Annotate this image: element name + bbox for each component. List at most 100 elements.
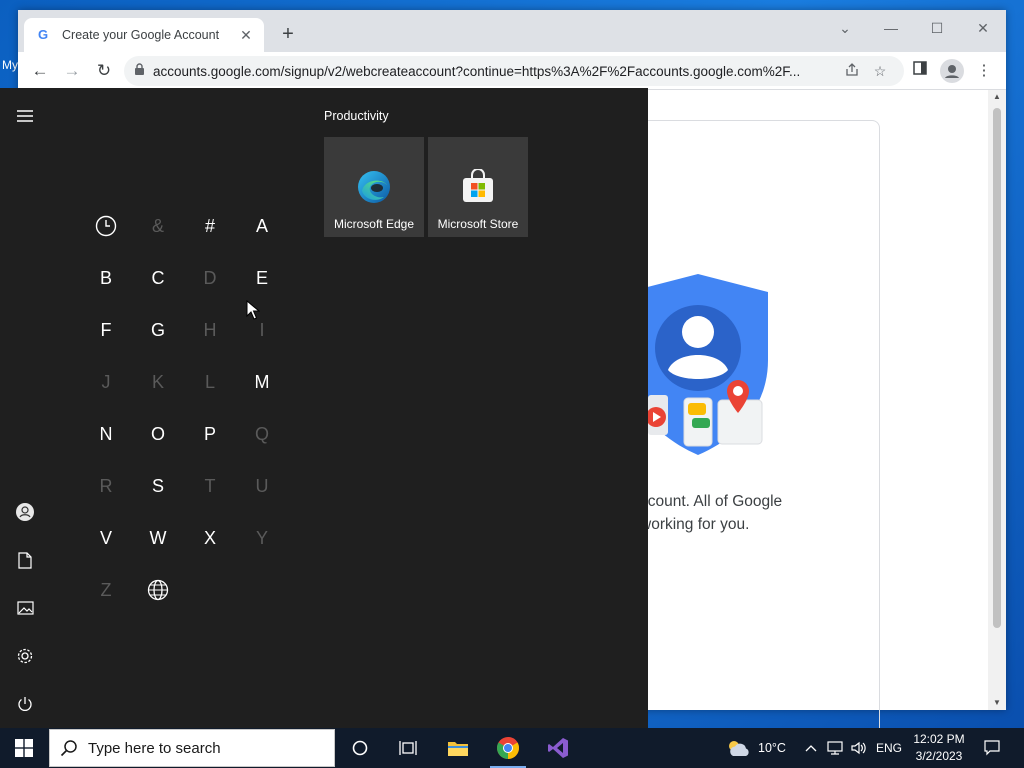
store-icon (463, 169, 493, 202)
close-window-button[interactable]: ✕ (960, 14, 1006, 42)
jump-letter-hash[interactable]: # (190, 206, 230, 246)
jump-letter-m[interactable]: M (242, 362, 282, 402)
start-rail (0, 88, 50, 728)
profile-avatar-icon[interactable] (940, 59, 964, 83)
scroll-up-icon[interactable]: ▲ (988, 90, 1006, 104)
jump-letter-ampersand: & (151, 216, 164, 236)
jump-letter-o[interactable]: O (138, 414, 178, 454)
input-language[interactable]: ENG (876, 741, 902, 755)
card-description: ccount. All of Google working for you. (640, 490, 840, 536)
jump-letter-u: U (255, 476, 269, 496)
search-icon (60, 740, 77, 757)
tile-label: Microsoft Store (437, 217, 519, 231)
jump-letter-y: Y (255, 528, 268, 548)
side-panel-icon[interactable] (908, 59, 932, 83)
weather-icon[interactable] (722, 728, 754, 768)
jump-letter-x[interactable]: X (190, 518, 230, 558)
jump-letter-b[interactable]: B (86, 258, 126, 298)
maximize-button[interactable]: ☐ (914, 14, 960, 42)
share-icon[interactable] (838, 62, 866, 80)
pictures-icon[interactable] (13, 596, 37, 620)
clock-date: 3/2/2023 (915, 749, 963, 763)
tab-title: Create your Google Account (62, 28, 220, 42)
tab-strip: G Create your Google Account ✕ + ⌄ — ☐ ✕ (18, 10, 1006, 52)
chrome-taskbar-button[interactable] (486, 728, 530, 768)
search-placeholder: Type here to search (88, 739, 221, 757)
network-icon[interactable] (824, 728, 846, 768)
address-bar[interactable]: accounts.google.com/signup/v2/webcreatea… (124, 56, 904, 86)
jump-letter-p[interactable]: P (190, 414, 230, 454)
card-text-line-2: working for you. (640, 516, 750, 533)
jump-recent-clock-icon[interactable] (86, 206, 126, 246)
weather-temperature[interactable]: 10°C (758, 741, 786, 755)
jump-letter-e[interactable]: E (242, 258, 282, 298)
minimize-button[interactable]: — (868, 14, 914, 42)
task-view-icon (399, 741, 417, 755)
jump-letter-t: T (204, 476, 216, 496)
mouse-cursor-icon (246, 300, 260, 320)
visual-studio-icon (548, 738, 568, 758)
forward-button[interactable]: → (60, 59, 84, 83)
reload-button[interactable]: ↻ (92, 59, 116, 83)
google-favicon-icon: G (38, 27, 49, 42)
settings-gear-icon[interactable] (13, 644, 37, 668)
scroll-thumb[interactable] (993, 108, 1001, 628)
jump-letter-v[interactable]: V (86, 518, 126, 558)
edge-icon (358, 171, 390, 203)
tile-microsoft-store[interactable]: Microsoft Store (428, 137, 528, 237)
jump-letter-l: L (204, 372, 215, 392)
jump-letter-k: K (151, 372, 164, 392)
task-view-button[interactable] (386, 728, 430, 768)
jump-letter-d: D (203, 268, 217, 288)
jump-letter-j: J (101, 372, 111, 392)
folder-icon (448, 742, 468, 756)
lock-icon[interactable] (134, 63, 145, 79)
volume-icon[interactable] (848, 728, 870, 768)
jump-letter-c[interactable]: C (138, 258, 178, 298)
url-text[interactable]: accounts.google.com/signup/v2/webcreatea… (153, 64, 838, 79)
jump-letter-z: Z (100, 580, 112, 600)
cortana-button[interactable] (338, 728, 382, 768)
jump-letter-n[interactable]: N (86, 414, 126, 454)
windows-start-button[interactable] (0, 728, 48, 768)
tile-microsoft-edge[interactable]: Microsoft Edge (324, 137, 424, 237)
page-scrollbar[interactable]: ▲ ▼ (988, 90, 1006, 710)
jump-other-languages-globe-icon[interactable] (138, 570, 178, 610)
tab-create-google-account[interactable]: G Create your Google Account ✕ (24, 18, 264, 52)
clock-time: 12:02 PM (913, 732, 965, 746)
system-clock[interactable]: 12:02 PM 3/2/2023 (906, 731, 972, 765)
cortana-circle-icon (352, 740, 368, 756)
jump-letter-s[interactable]: S (138, 466, 178, 506)
bookmark-star-icon[interactable]: ☆ (866, 63, 894, 80)
visual-studio-button[interactable] (536, 728, 580, 768)
power-icon[interactable] (13, 692, 37, 716)
jump-letter-r: R (99, 476, 113, 496)
jump-letter-a[interactable]: A (242, 206, 282, 246)
browser-toolbar: ← → ↻ accounts.google.com/signup/v2/webc… (18, 52, 1006, 90)
hamburger-menu-icon[interactable] (13, 104, 37, 128)
chrome-menu-icon[interactable]: ⋮ (972, 59, 996, 83)
taskbar: Type here to search 10°C ENG 12:02 PM 3/… (0, 728, 1024, 768)
documents-icon[interactable] (13, 548, 37, 572)
tile-group-title: Productivity (324, 109, 389, 123)
file-explorer-button[interactable] (436, 728, 480, 768)
user-account-icon[interactable] (13, 500, 37, 524)
tile-label: Microsoft Edge (333, 217, 415, 231)
chevron-up-icon[interactable] (802, 728, 820, 768)
desktop-icon-label[interactable]: My (2, 58, 18, 72)
taskbar-search-box[interactable]: Type here to search (49, 729, 335, 767)
new-tab-button[interactable]: + (276, 22, 300, 46)
scroll-down-icon[interactable]: ▼ (988, 696, 1006, 710)
back-button[interactable]: ← (28, 59, 52, 83)
start-menu: & # A B C D E F G H I J K L M N O P Q R S T U V W X Y Z Productivit… (0, 88, 648, 728)
tab-search-button[interactable]: ⌄ (822, 14, 868, 42)
jump-letter-g[interactable]: G (138, 310, 178, 350)
jump-letter-w[interactable]: W (138, 518, 178, 558)
chrome-icon (497, 737, 519, 759)
action-center-notification-icon[interactable] (978, 728, 1006, 768)
card-text-line-1: ccount. All of Google (640, 493, 783, 510)
windows-logo-icon (15, 739, 33, 757)
tab-close-icon[interactable]: ✕ (238, 27, 254, 44)
jump-letter-q: Q (254, 424, 269, 444)
jump-letter-f[interactable]: F (86, 310, 126, 350)
